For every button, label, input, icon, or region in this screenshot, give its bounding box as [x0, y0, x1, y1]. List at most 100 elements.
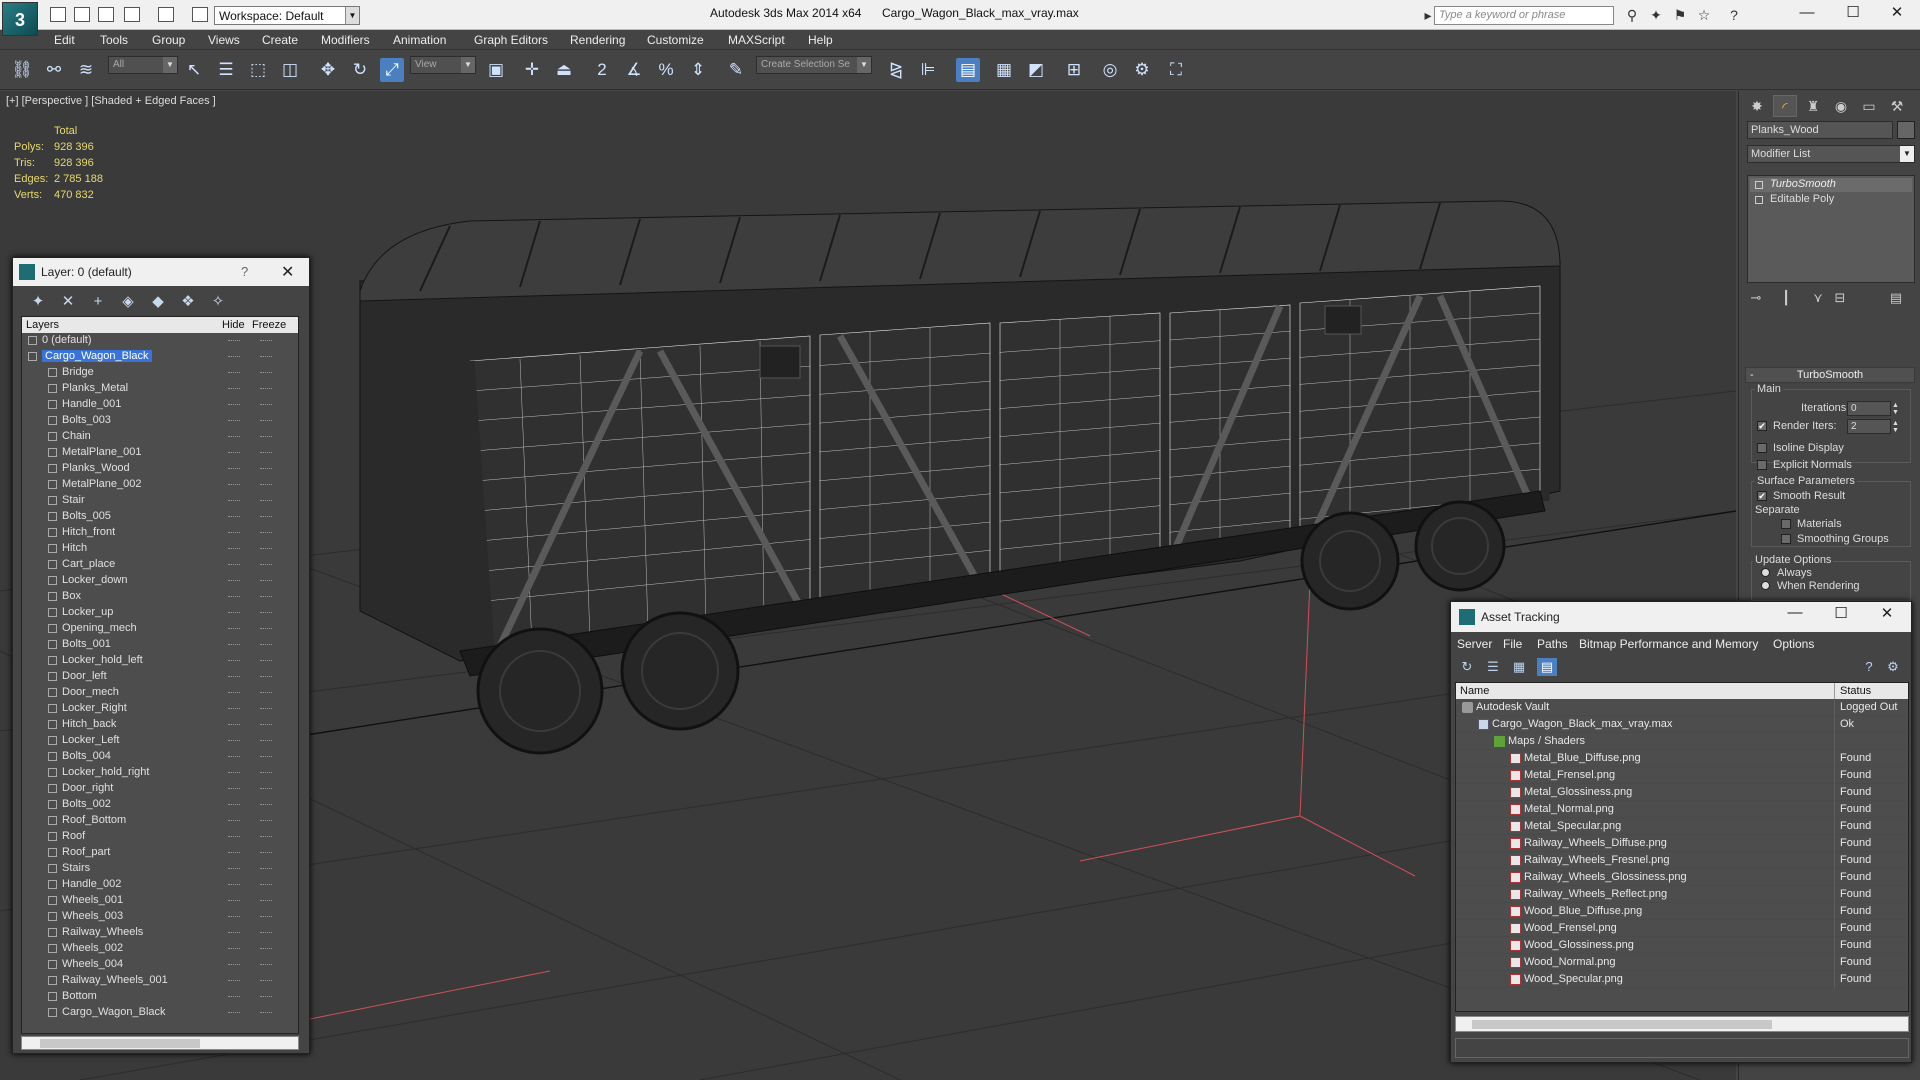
- select-by-name-icon[interactable]: ☰: [214, 58, 238, 82]
- layer-row[interactable]: Bolts_001: [22, 637, 298, 653]
- asset-row[interactable]: Metal_Glossiness.png Found: [1456, 784, 1908, 801]
- layer-row[interactable]: Hitch_back: [22, 717, 298, 733]
- layer-row[interactable]: Bolts_002: [22, 797, 298, 813]
- asset-row[interactable]: Wood_Specular.png Found: [1456, 971, 1908, 988]
- layer-row[interactable]: Wheels_004: [22, 957, 298, 973]
- angle-snap-icon[interactable]: ∡: [622, 58, 646, 82]
- layer-row[interactable]: Door_mech: [22, 685, 298, 701]
- hide-toggle[interactable]: [228, 500, 240, 502]
- freeze-toggle[interactable]: [260, 548, 272, 550]
- asset-row[interactable]: Railway_Wheels_Glossiness.png Found: [1456, 869, 1908, 886]
- column-divider[interactable]: [1834, 683, 1835, 699]
- undo-icon[interactable]: [124, 7, 140, 22]
- layer-row[interactable]: Door_right: [22, 781, 298, 797]
- select-highlighted-icon[interactable]: ◈: [117, 291, 139, 313]
- hide-toggle[interactable]: [228, 788, 240, 790]
- layer-row[interactable]: Wheels_002: [22, 941, 298, 957]
- hierarchy-tab-icon[interactable]: ♜: [1801, 95, 1825, 117]
- freeze-toggle[interactable]: [260, 340, 272, 342]
- layer-manager-icon[interactable]: ▦: [992, 58, 1016, 82]
- select-object-icon[interactable]: ↖: [182, 58, 206, 82]
- isoline-display-checkbox[interactable]: [1757, 443, 1767, 453]
- hide-toggle[interactable]: [228, 708, 240, 710]
- render-iters-checkbox[interactable]: ✔: [1757, 421, 1767, 431]
- material-editor-icon[interactable]: ◎: [1098, 58, 1122, 82]
- freeze-toggle[interactable]: [260, 596, 272, 598]
- freeze-toggle[interactable]: [260, 836, 272, 838]
- freeze-toggle[interactable]: [260, 900, 272, 902]
- scene-explorer-icon[interactable]: ▤: [956, 58, 980, 82]
- freeze-toggle[interactable]: [260, 1012, 272, 1014]
- layer-row[interactable]: Handle_001: [22, 397, 298, 413]
- window-crossing-icon[interactable]: ◫: [278, 58, 302, 82]
- scrollbar-thumb[interactable]: [1472, 1020, 1772, 1029]
- layer-row[interactable]: Railway_Wheels_001: [22, 973, 298, 989]
- layer-row[interactable]: Roof_Bottom: [22, 813, 298, 829]
- asset-row[interactable]: Metal_Blue_Diffuse.png Found: [1456, 750, 1908, 767]
- binoculars-icon[interactable]: ⚲: [1624, 8, 1640, 23]
- freeze-toggle[interactable]: [260, 964, 272, 966]
- selection-filter-dropdown[interactable]: All ▼: [108, 56, 178, 74]
- maximize-button[interactable]: ☐: [1830, 0, 1876, 26]
- motion-tab-icon[interactable]: ◉: [1829, 95, 1853, 117]
- column-status[interactable]: Status: [1840, 685, 1871, 697]
- menu-create[interactable]: Create: [262, 33, 298, 47]
- menu-server[interactable]: Server: [1457, 637, 1492, 651]
- materials-checkbox[interactable]: [1781, 519, 1791, 529]
- hide-toggle[interactable]: [228, 916, 240, 918]
- freeze-toggle[interactable]: [260, 756, 272, 758]
- asset-row[interactable]: Wood_Blue_Diffuse.png Found: [1456, 903, 1908, 920]
- hide-toggle[interactable]: [228, 356, 240, 358]
- utilities-tab-icon[interactable]: ⚒: [1885, 95, 1909, 117]
- freeze-toggle[interactable]: [260, 932, 272, 934]
- table-view-icon[interactable]: ▤: [1537, 658, 1557, 676]
- select-and-scale-icon[interactable]: ⤢: [380, 58, 404, 82]
- menu-views[interactable]: Views: [208, 33, 240, 47]
- layer-row[interactable]: Stairs: [22, 861, 298, 877]
- hide-toggle[interactable]: [228, 340, 240, 342]
- layer-row[interactable]: Locker_hold_right: [22, 765, 298, 781]
- new-file-icon[interactable]: [50, 7, 66, 22]
- help-icon[interactable]: ?: [241, 264, 248, 279]
- hide-toggle[interactable]: [228, 820, 240, 822]
- freeze-toggle[interactable]: [260, 884, 272, 886]
- spinner-snap-icon[interactable]: ⇕: [686, 58, 710, 82]
- layer-row[interactable]: Railway_Wheels: [22, 925, 298, 941]
- asset-row[interactable]: Railway_Wheels_Diffuse.png Found: [1456, 835, 1908, 852]
- communication-icon[interactable]: ⚑: [1672, 8, 1688, 23]
- modify-tab-icon[interactable]: ◜: [1773, 95, 1797, 117]
- freeze-toggle[interactable]: [260, 516, 272, 518]
- percent-snap-icon[interactable]: %: [654, 58, 678, 82]
- layer-row[interactable]: Planks_Metal: [22, 381, 298, 397]
- display-tab-icon[interactable]: ▭: [1857, 95, 1881, 117]
- menu-graph-editors[interactable]: Graph Editors: [474, 33, 548, 47]
- menu-bitmap-performance[interactable]: Bitmap Performance and Memory: [1579, 637, 1758, 651]
- asset-row[interactable]: Railway_Wheels_Fresnel.png Found: [1456, 852, 1908, 869]
- rectangular-selection-icon[interactable]: ⬚: [246, 58, 270, 82]
- render-iters-spinner[interactable]: 2 ▲ ▼: [1847, 419, 1899, 434]
- curve-editor-icon[interactable]: ◩: [1024, 58, 1048, 82]
- hide-toggle[interactable]: [228, 884, 240, 886]
- search-input[interactable]: Type a keyword or phrase: [1434, 6, 1614, 25]
- menu-modifiers[interactable]: Modifiers: [321, 33, 370, 47]
- freeze-toggle[interactable]: [260, 404, 272, 406]
- freeze-toggle[interactable]: [260, 724, 272, 726]
- layer-row[interactable]: Stair: [22, 493, 298, 509]
- layer-row[interactable]: Cargo_Wagon_Black: [22, 349, 298, 365]
- spinner-arrows-icon[interactable]: ▲ ▼: [1892, 402, 1902, 416]
- smooth-result-checkbox[interactable]: ✔: [1757, 491, 1767, 501]
- layer-row[interactable]: Locker_down: [22, 573, 298, 589]
- mirror-icon[interactable]: ⧎: [884, 58, 908, 82]
- maximize-button[interactable]: ☐: [1821, 604, 1861, 622]
- layer-row[interactable]: Bridge: [22, 365, 298, 381]
- column-name[interactable]: Name: [1460, 685, 1489, 697]
- asset-tracking-titlebar[interactable]: Asset Tracking — ☐ ✕: [1451, 602, 1911, 632]
- layer-panel-titlebar[interactable]: Layer: 0 (default) ? ✕: [13, 258, 309, 286]
- hide-toggle[interactable]: [228, 756, 240, 758]
- freeze-toggle[interactable]: [260, 772, 272, 774]
- layer-row[interactable]: Roof: [22, 829, 298, 845]
- layer-row[interactable]: Bolts_003: [22, 413, 298, 429]
- keyboard-shortcut-icon[interactable]: ⏏: [552, 58, 576, 82]
- hide-toggle[interactable]: [228, 596, 240, 598]
- select-and-move-icon[interactable]: ✥: [316, 58, 340, 82]
